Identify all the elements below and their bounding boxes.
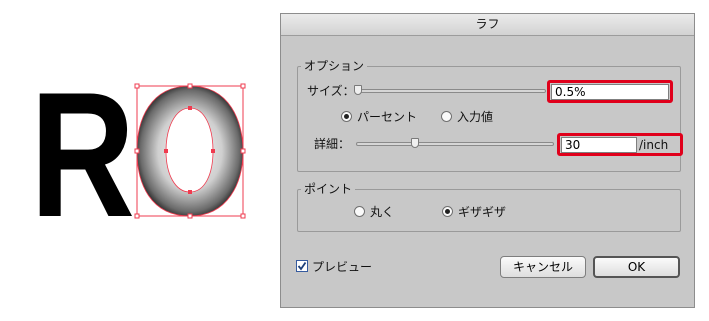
radio-selected-dot [445,209,450,214]
size-slider-thumb[interactable] [354,85,362,95]
artboard: R [30,55,246,254]
unit-radio-percent-label[interactable]: パーセント [357,110,417,124]
detail-slider-thumb[interactable] [411,138,419,148]
detail-label: 詳細： [314,137,351,151]
dialog-title: ラフ [281,14,694,36]
unit-radio-percent[interactable] [341,111,352,122]
checkmark-icon [297,261,307,271]
size-slider-track[interactable] [356,89,546,93]
preview-checkbox[interactable] [296,260,308,272]
size-input[interactable]: 0.5% [551,84,669,100]
options-legend: オプション [301,59,368,73]
ok-button[interactable]: OK [593,256,680,278]
point-radio-round-label[interactable]: 丸く [370,205,394,219]
unit-radio-absolute-label[interactable]: 入力値 [457,110,493,124]
point-radio-round[interactable] [354,206,365,217]
point-legend: ポイント [301,182,356,196]
detail-input[interactable]: 30 [561,137,637,153]
point-radio-jagged[interactable] [442,206,453,217]
roughen-dialog: ラフ オプション サイズ： 0.5% パーセント 入力値 詳細： 30 /inc… [280,13,695,308]
radio-selected-dot [344,114,349,119]
unit-radio-absolute[interactable] [441,111,452,122]
letter-r: R [30,55,135,254]
detail-unit-label: /inch [639,138,669,152]
point-radio-jagged-label[interactable]: ギザギザ [458,205,506,219]
letter-o[interactable] [136,85,244,217]
size-label: サイズ： [307,84,355,98]
preview-label[interactable]: プレビュー [312,260,372,274]
cancel-button[interactable]: キャンセル [500,256,586,278]
detail-slider-track[interactable] [356,142,554,146]
